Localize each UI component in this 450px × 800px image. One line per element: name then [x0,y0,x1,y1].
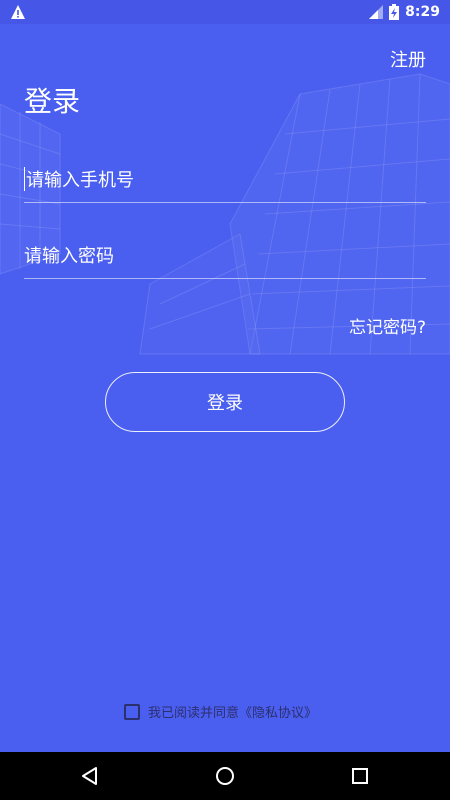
register-link[interactable]: 注册 [390,46,426,72]
password-field [24,234,426,279]
status-bar: 8:29 [0,0,450,24]
agree-text: 我已阅读并同意 [148,706,240,721]
forgot-password-link[interactable]: 忘记密码? [349,313,426,338]
status-icons: 8:29 [369,3,440,21]
system-nav-bar [0,752,450,800]
battery-charging-icon [389,4,400,20]
privacy-policy-link[interactable]: 《隐私协议》 [239,702,317,721]
page-title: 登录 [24,85,81,118]
status-time: 8:29 [405,4,440,20]
login-button[interactable]: 登录 [105,372,345,432]
password-input[interactable] [24,234,426,278]
signal-icon [369,5,384,19]
home-icon[interactable] [213,764,237,788]
privacy-agreement: 我已阅读并同意 《隐私协议》 [124,702,317,721]
back-icon[interactable] [78,764,102,788]
text-cursor [24,167,25,191]
agree-checkbox[interactable] [124,703,140,720]
recent-apps-icon[interactable] [348,764,372,788]
warning-icon [11,5,25,19]
phone-input[interactable] [24,158,428,202]
login-screen: 8:29 注册 登录 忘记密码? 登录 我已阅读并同意 《隐私协议》 [0,0,450,800]
phone-field [24,158,428,203]
